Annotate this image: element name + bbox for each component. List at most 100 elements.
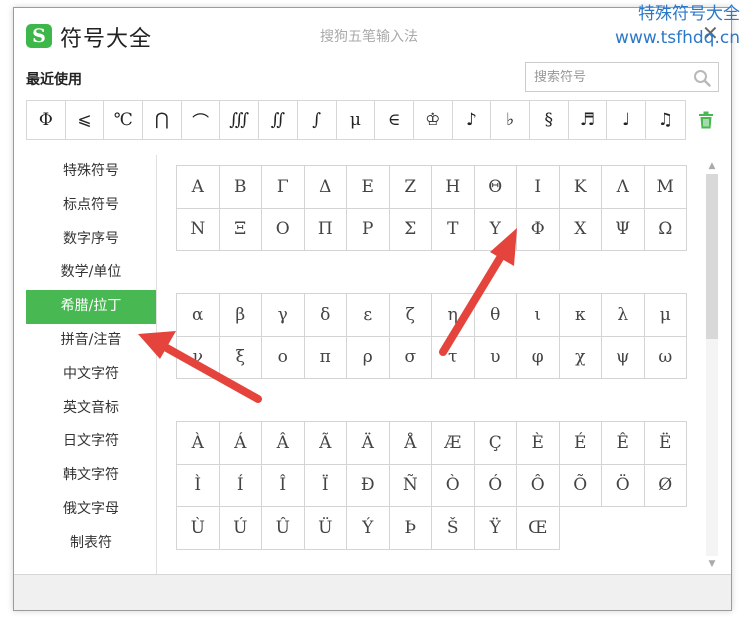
symbol-cell[interactable]: ξ (219, 336, 262, 379)
symbol-cell[interactable]: Ð (347, 464, 390, 507)
symbol-cell[interactable]: Λ (602, 166, 645, 209)
symbol-cell[interactable]: Ε (347, 166, 390, 209)
symbol-cell[interactable]: Μ (644, 166, 687, 209)
symbol-cell[interactable]: Ω (644, 208, 687, 251)
recent-symbol-cell[interactable]: ∫ (298, 101, 337, 139)
symbol-cell[interactable]: γ (262, 294, 305, 337)
symbol-cell[interactable]: Ψ (602, 208, 645, 251)
category-item[interactable]: 数字序号 (26, 223, 156, 257)
symbol-cell[interactable]: Ÿ (474, 507, 517, 550)
search-input[interactable] (526, 63, 686, 91)
category-item[interactable]: 标点符号 (26, 189, 156, 223)
symbol-cell[interactable]: Ú (219, 507, 262, 550)
symbol-cell[interactable]: Ï (304, 464, 347, 507)
category-item[interactable]: 特殊符号 (26, 155, 156, 189)
recent-symbol-cell[interactable]: ♔ (414, 101, 453, 139)
category-item[interactable]: 英文音标 (26, 392, 156, 426)
recent-symbol-cell[interactable]: § (530, 101, 569, 139)
symbol-cell[interactable]: ν (177, 336, 220, 379)
search-box[interactable] (525, 62, 719, 92)
scroll-thumb[interactable] (706, 174, 718, 339)
symbol-cell[interactable]: κ (559, 294, 602, 337)
symbol-cell[interactable]: λ (602, 294, 645, 337)
symbol-cell[interactable]: Õ (559, 464, 602, 507)
symbol-cell[interactable]: Υ (474, 208, 517, 251)
symbol-cell[interactable]: α (177, 294, 220, 337)
symbol-cell[interactable]: Δ (304, 166, 347, 209)
symbol-cell[interactable]: Ô (517, 464, 560, 507)
symbol-cell[interactable]: Ø (644, 464, 687, 507)
symbol-cell[interactable]: Æ (432, 422, 475, 465)
category-item[interactable]: 韩文字符 (26, 459, 156, 493)
scroll-down-icon[interactable]: ▼ (706, 558, 718, 570)
symbol-cell[interactable]: Û (262, 507, 305, 550)
symbol-cell[interactable]: ι (517, 294, 560, 337)
symbol-cell[interactable]: ω (644, 336, 687, 379)
category-item[interactable]: 俄文字母 (26, 493, 156, 527)
symbol-cell[interactable]: Í (219, 464, 262, 507)
symbol-cell[interactable]: Ä (347, 422, 390, 465)
symbol-cell[interactable]: Ù (177, 507, 220, 550)
symbol-cell[interactable]: Â (262, 422, 305, 465)
symbol-cell[interactable]: Î (262, 464, 305, 507)
scroll-track[interactable] (706, 174, 718, 556)
symbol-cell[interactable]: ψ (602, 336, 645, 379)
symbol-cell[interactable]: Ë (644, 422, 687, 465)
symbol-cell[interactable]: χ (559, 336, 602, 379)
recent-symbol-cell[interactable]: μ (337, 101, 376, 139)
symbol-cell[interactable]: Ü (304, 507, 347, 550)
symbol-cell[interactable]: Φ (517, 208, 560, 251)
symbol-cell[interactable]: Ñ (389, 464, 432, 507)
symbol-cell[interactable]: μ (644, 294, 687, 337)
symbol-cell[interactable]: Ö (602, 464, 645, 507)
recent-symbol-cell[interactable]: ∈ (375, 101, 414, 139)
symbol-cell[interactable]: Ξ (219, 208, 262, 251)
symbol-cell[interactable]: È (517, 422, 560, 465)
symbol-cell[interactable]: Ý (347, 507, 390, 550)
recent-symbol-cell[interactable]: ℃ (104, 101, 144, 139)
symbol-cell[interactable]: β (219, 294, 262, 337)
symbol-cell[interactable]: Š (432, 507, 475, 550)
symbol-cell[interactable]: Ã (304, 422, 347, 465)
category-item[interactable]: 拼音/注音 (26, 324, 156, 358)
symbol-cell[interactable]: η (432, 294, 475, 337)
symbol-cell[interactable]: Η (432, 166, 475, 209)
symbol-cell[interactable]: Ρ (347, 208, 390, 251)
category-item[interactable]: 日文字符 (26, 425, 156, 459)
symbol-cell[interactable]: Β (219, 166, 262, 209)
symbol-cell[interactable]: Α (177, 166, 220, 209)
recent-symbol-cell[interactable]: ∬ (259, 101, 298, 139)
symbol-cell[interactable]: ε (347, 294, 390, 337)
recent-symbol-cell[interactable]: ∭ (220, 101, 260, 139)
symbol-cell[interactable]: τ (432, 336, 475, 379)
recent-symbol-cell[interactable]: ⋂ (143, 101, 182, 139)
scrollbar[interactable]: ▲ ▼ (706, 160, 718, 570)
symbol-cell[interactable]: υ (474, 336, 517, 379)
category-item[interactable]: 希腊/拉丁 (26, 290, 156, 324)
symbol-cell[interactable]: Ν (177, 208, 220, 251)
symbol-cell[interactable]: Ò (432, 464, 475, 507)
symbol-cell[interactable]: Θ (474, 166, 517, 209)
symbol-cell[interactable]: É (559, 422, 602, 465)
symbol-cell[interactable]: Ο (262, 208, 305, 251)
symbol-cell[interactable]: Γ (262, 166, 305, 209)
symbol-cell[interactable]: Å (389, 422, 432, 465)
symbol-cell[interactable]: Ó (474, 464, 517, 507)
recent-symbol-cell[interactable]: Φ (27, 101, 66, 139)
symbol-cell[interactable]: δ (304, 294, 347, 337)
symbol-cell[interactable]: ρ (347, 336, 390, 379)
symbol-cell[interactable]: Ê (602, 422, 645, 465)
trash-icon[interactable] (698, 111, 714, 129)
symbol-cell[interactable]: Τ (432, 208, 475, 251)
symbol-cell[interactable]: π (304, 336, 347, 379)
symbol-cell[interactable]: Ç (474, 422, 517, 465)
symbol-cell[interactable]: θ (474, 294, 517, 337)
symbol-cell[interactable]: Œ (517, 507, 560, 550)
symbol-cell[interactable]: À (177, 422, 220, 465)
scroll-up-icon[interactable]: ▲ (706, 160, 718, 172)
symbol-cell[interactable]: Κ (559, 166, 602, 209)
category-item[interactable]: 中文字符 (26, 358, 156, 392)
recent-symbol-cell[interactable]: ♬ (569, 101, 608, 139)
category-item[interactable]: 制表符 (26, 527, 156, 561)
symbol-cell[interactable]: Π (304, 208, 347, 251)
